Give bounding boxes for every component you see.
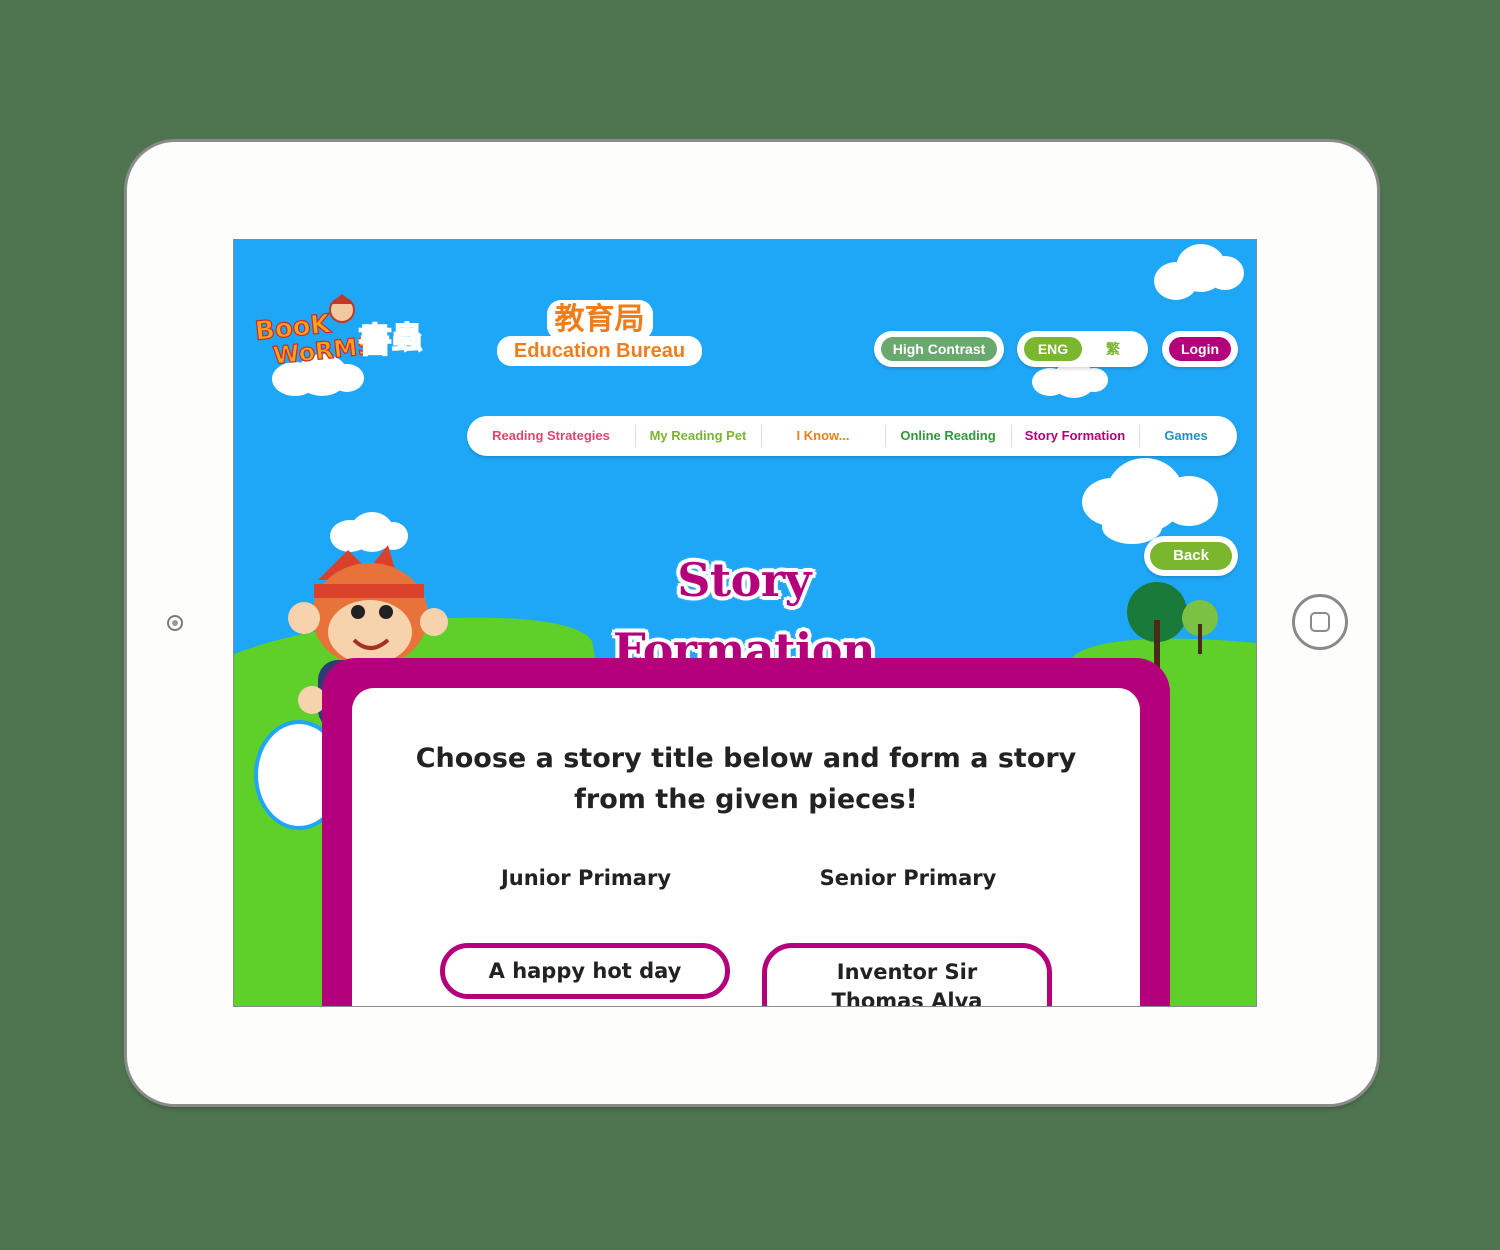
nav-story-formation[interactable]: Story Formation [1011, 416, 1139, 456]
main-navigation: Reading Strategies My Reading Pet I Know… [467, 416, 1237, 456]
camera-icon [167, 615, 183, 631]
back-label: Back [1150, 542, 1232, 570]
story-panel-content: Choose a story title below and form a st… [352, 688, 1140, 1007]
login-label: Login [1169, 337, 1231, 361]
bookworms-logo[interactable]: BooK WoRMS 書 蟲 [254, 292, 459, 382]
back-button[interactable]: Back [1144, 536, 1238, 576]
page-title: Story Formation [613, 553, 875, 677]
nav-reading-strategies[interactable]: Reading Strategies [467, 416, 635, 456]
language-switch: ENG 繁 [1017, 331, 1148, 367]
home-button-icon[interactable] [1292, 594, 1348, 650]
edb-english-name: Education Bureau [497, 336, 702, 366]
story-panel: Choose a story title below and form a st… [322, 658, 1170, 1007]
svg-text:書: 書 [358, 321, 392, 361]
trees-decoration [1127, 582, 1218, 670]
nav-my-reading-pet[interactable]: My Reading Pet [635, 416, 761, 456]
category-senior-primary: Senior Primary [819, 866, 997, 890]
story-title: Inventor Sir Thomas Alva Edison [831, 960, 983, 1007]
high-contrast-toggle[interactable]: High Contrast [874, 331, 1004, 367]
edb-logo[interactable]: 教育局 Education Bureau [497, 300, 702, 366]
nav-i-know[interactable]: I Know... [761, 416, 885, 456]
nav-online-reading[interactable]: Online Reading [885, 416, 1011, 456]
high-contrast-label: High Contrast [881, 337, 997, 361]
svg-text:蟲: 蟲 [392, 321, 422, 356]
category-junior-primary: Junior Primary [500, 866, 672, 890]
lang-eng-button[interactable]: ENG [1024, 337, 1082, 361]
edb-chinese-name: 教育局 [546, 300, 653, 340]
instruction-text: Choose a story title below and form a st… [415, 743, 1077, 815]
nav-games[interactable]: Games [1139, 416, 1233, 456]
story-button-thomas-edison[interactable]: Inventor Sir Thomas Alva Edison [762, 943, 1052, 1007]
login-button[interactable]: Login [1162, 331, 1238, 367]
app-screen: BooK WoRMS 書 蟲 教育局 Education Bureau High… [233, 239, 1257, 1007]
story-button-happy-hot-day[interactable]: A happy hot day [440, 943, 730, 999]
story-title: A happy hot day [488, 959, 682, 983]
lang-chinese-button[interactable]: 繁 [1089, 337, 1137, 361]
